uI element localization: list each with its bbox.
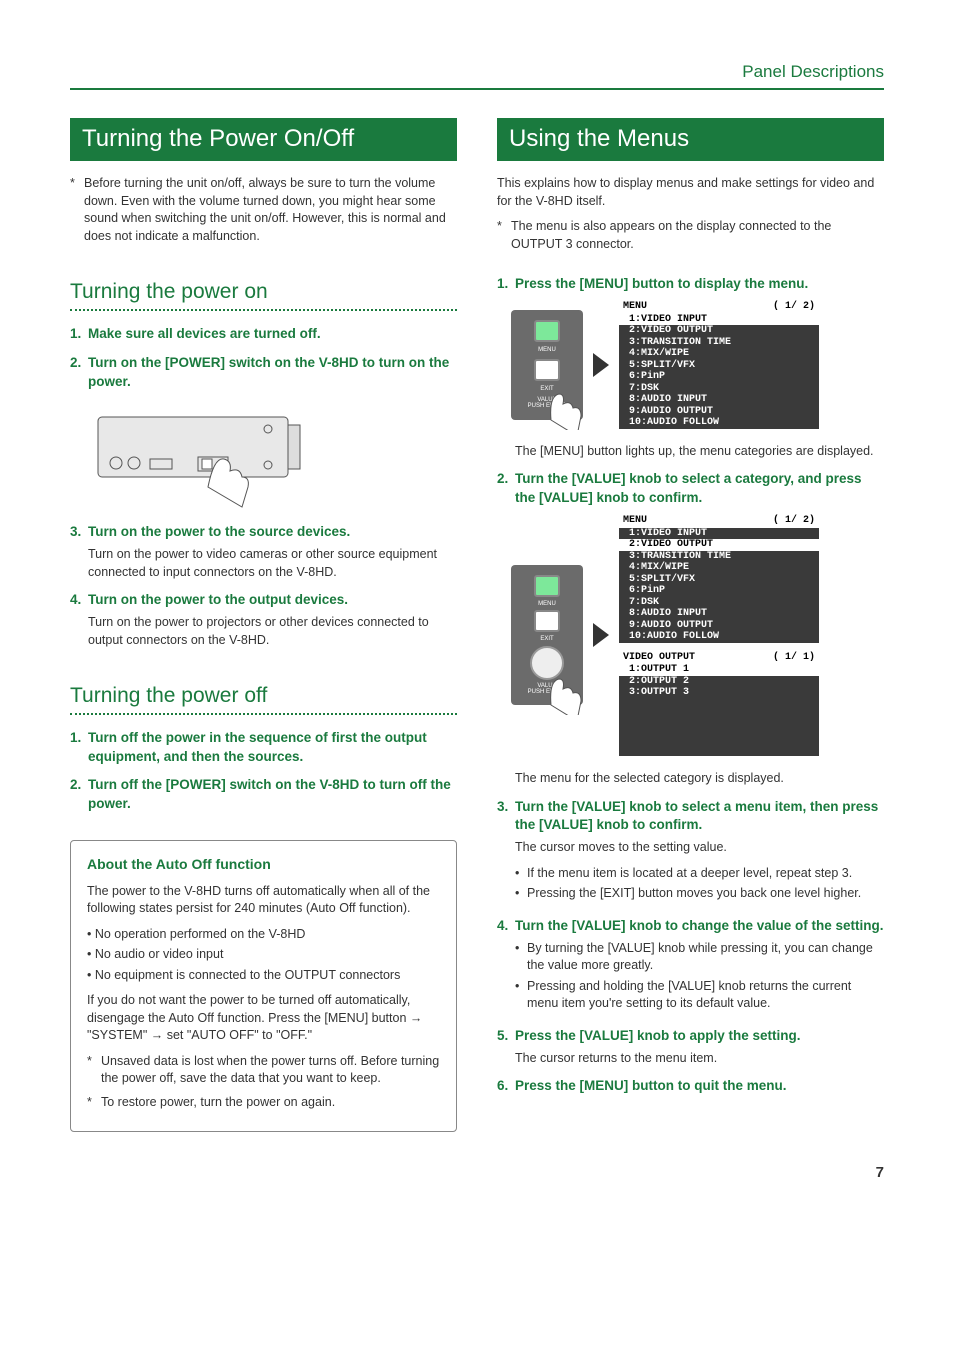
step-desc: Turn on the power to projectors or other… — [88, 614, 457, 649]
step-after: The menu for the selected category is di… — [515, 770, 884, 788]
bullet: •Pressing and holding the [VALUE] knob r… — [515, 978, 884, 1013]
box-note: *To restore power, turn the power on aga… — [87, 1094, 440, 1112]
control-panel: MENU EXIT VALUE PUSH ENTER — [511, 310, 583, 420]
bullet: •Pressing the [EXIT] button moves you ba… — [515, 885, 884, 903]
hand-icon — [533, 655, 593, 715]
menu-illustration-2: MENU EXIT VALUE PUSH ENTER MENU( 1/ 2) 1… — [511, 514, 884, 756]
step: 3. Turn on the power to the source devic… — [70, 523, 457, 542]
step-desc: The cursor moves to the setting value. — [515, 839, 884, 857]
step: 2. Turn off the [POWER] switch on the V-… — [70, 776, 457, 814]
heading-power: Turning the Power On/Off — [70, 118, 457, 162]
subheading-off: Turning the power off — [70, 681, 457, 710]
box-note: *Unsaved data is lost when the power tur… — [87, 1053, 440, 1088]
note-text: Before turning the unit on/off, always b… — [84, 175, 457, 245]
box-bullet: • No equipment is connected to the OUTPU… — [87, 967, 440, 985]
menu-button-icon — [534, 575, 560, 597]
step: 5. Press the [VALUE] knob to apply the s… — [497, 1027, 884, 1046]
left-column: Turning the Power On/Off * Before turnin… — [70, 118, 457, 1132]
menu-screen: MENU( 1/ 2) 1:VIDEO INPUT 2:VIDEO OUTPUT… — [619, 300, 819, 429]
step-desc: Turn on the power to video cameras or ot… — [88, 546, 457, 581]
menu-button-icon — [534, 320, 560, 342]
device-illustration — [88, 399, 318, 509]
menu-screen: VIDEO OUTPUT( 1/ 1) 1:OUTPUT 1 2:OUTPUT … — [619, 651, 819, 757]
section-label: Panel Descriptions — [742, 62, 884, 81]
step: 4. Turn on the power to the output devic… — [70, 591, 457, 610]
auto-off-box: About the Auto Off function The power to… — [70, 840, 457, 1132]
step: 4. Turn the [VALUE] knob to change the v… — [497, 917, 884, 936]
divider — [70, 713, 457, 715]
menu-screen: MENU( 1/ 2) 1:VIDEO INPUT 2:VIDEO OUTPUT… — [619, 514, 819, 643]
step-after: The [MENU] button lights up, the menu ca… — [515, 443, 884, 461]
box-intro: The power to the V-8HD turns off automat… — [87, 883, 440, 918]
right-column: Using the Menus This explains how to dis… — [497, 118, 884, 1132]
step-desc: The cursor returns to the menu item. — [515, 1050, 884, 1068]
step: 1. Turn off the power in the sequence of… — [70, 729, 457, 767]
heading-menus: Using the Menus — [497, 118, 884, 162]
intro-text: This explains how to display menus and m… — [497, 175, 884, 210]
step: 6. Press the [MENU] button to quit the m… — [497, 1077, 884, 1096]
step: 2. Turn the [VALUE] knob to select a cat… — [497, 470, 884, 508]
box-bullet: • No operation performed on the V-8HD — [87, 926, 440, 944]
arrow-icon — [593, 353, 609, 377]
exit-button-icon — [534, 610, 560, 632]
menu-illustration-1: MENU EXIT VALUE PUSH ENTER MENU( 1/ 2) 1… — [511, 300, 884, 429]
box-title: About the Auto Off function — [87, 855, 440, 875]
divider — [70, 309, 457, 311]
step: 1. Make sure all devices are turned off. — [70, 325, 457, 344]
box-bullet: • No audio or video input — [87, 946, 440, 964]
page-number: 7 — [70, 1162, 884, 1183]
note: * Before turning the unit on/off, always… — [70, 175, 457, 245]
control-panel: MENU EXIT VALUE PUSH ENTER — [511, 565, 583, 705]
asterisk-icon: * — [497, 218, 511, 253]
asterisk-icon: * — [70, 175, 84, 245]
note: * The menu is also appears on the displa… — [497, 218, 884, 253]
page-header: Panel Descriptions — [70, 60, 884, 90]
hand-icon — [533, 370, 593, 430]
subheading-on: Turning the power on — [70, 277, 457, 306]
bullet: •If the menu item is located at a deeper… — [515, 865, 884, 883]
arrow-icon — [593, 623, 609, 647]
box-para: If you do not want the power to be turne… — [87, 992, 440, 1045]
step: 3. Turn the [VALUE] knob to select a men… — [497, 798, 884, 836]
bullet: •By turning the [VALUE] knob while press… — [515, 940, 884, 975]
step: 2. Turn on the [POWER] switch on the V-8… — [70, 354, 457, 392]
step: 1. Press the [MENU] button to display th… — [497, 275, 884, 294]
